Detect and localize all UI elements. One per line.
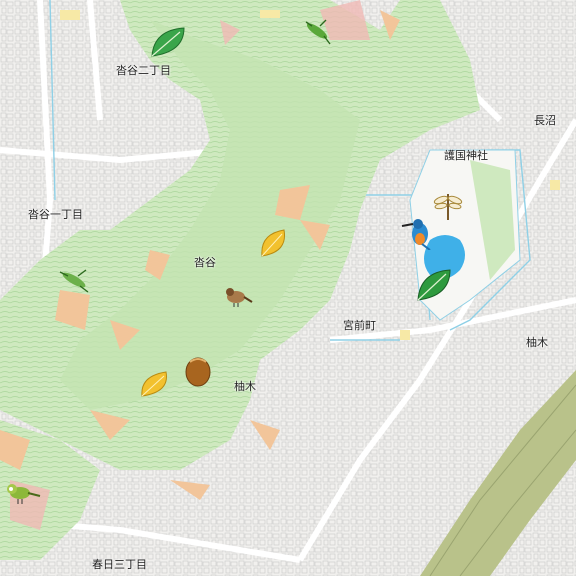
place-label-gokoku-shrine: 護国神社 <box>444 149 488 162</box>
leaf-green-icon[interactable] <box>416 268 454 302</box>
place-label-hazama-2chome: 沓谷二丁目 <box>116 64 171 77</box>
map-canvas[interactable]: 沓谷二丁目 沓谷一丁目 沓谷 護国神社 長沼 宮前町 柚木 柚木 春日三丁目 <box>0 0 576 576</box>
place-label-yunoki-east: 柚木 <box>526 336 548 349</box>
place-label-hazama: 沓谷 <box>194 256 216 269</box>
place-label-kasuga-3chome: 春日三丁目 <box>92 558 147 571</box>
leaf-yellow-icon[interactable] <box>138 370 172 400</box>
place-label-naganuma: 長沼 <box>534 114 556 127</box>
place-label-miyamae: 宮前町 <box>343 319 376 332</box>
sparrow-icon[interactable] <box>222 284 254 308</box>
white-eye-bird-icon[interactable] <box>2 480 42 506</box>
place-label-yunoki-west: 柚木 <box>234 380 256 393</box>
place-label-hazama-1chome: 沓谷一丁目 <box>28 208 83 221</box>
kingfisher-icon[interactable] <box>400 216 440 250</box>
leaf-yellow-icon[interactable] <box>258 228 290 260</box>
grasshopper-icon[interactable] <box>300 14 334 46</box>
leaf-green-icon[interactable] <box>150 26 188 58</box>
grasshopper-icon[interactable] <box>56 264 92 294</box>
acorn-icon[interactable] <box>184 352 212 388</box>
